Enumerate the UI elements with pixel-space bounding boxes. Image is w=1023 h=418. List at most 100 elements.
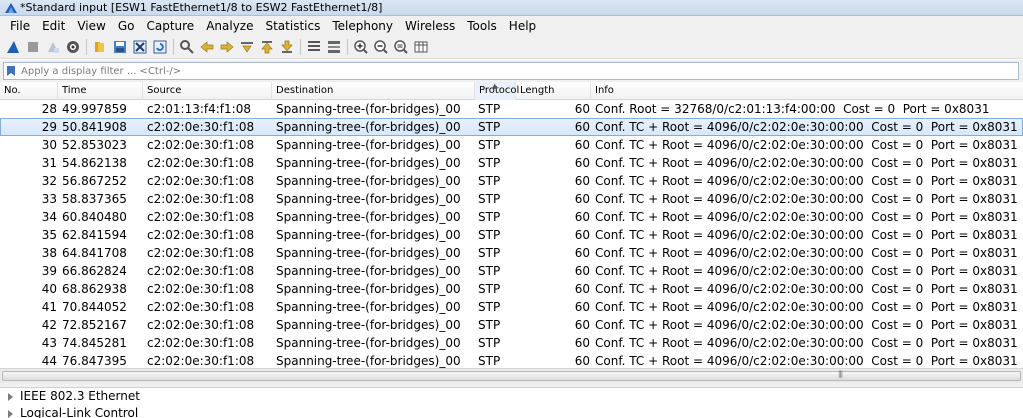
table-row[interactable]: 35 62.841594 c2:02:0e:30:f1:08 Spanning-tre… — [0, 226, 1023, 244]
last-packet-icon[interactable] — [277, 37, 297, 57]
cell-source: c2:02:0e:30:f1:08 — [147, 120, 255, 134]
cell-no: 29 — [41, 120, 57, 134]
menu-wireless[interactable]: Wireless — [399, 16, 461, 36]
sort-ascending-icon: ▲ — [492, 82, 498, 90]
table-row-selected[interactable]: 29 50.841908 c2:02:0e:30:f1:08 Spanning-tre… — [0, 118, 1023, 136]
colorize-icon[interactable] — [324, 37, 344, 57]
cell-length: 60 — [574, 282, 590, 296]
menu-capture[interactable]: Capture — [140, 16, 200, 36]
column-header-source[interactable]: Source — [143, 82, 272, 100]
menu-edit[interactable]: Edit — [36, 16, 71, 36]
options-gear-icon[interactable] — [63, 37, 83, 57]
cell-info: Conf. TC + Root = 4096/0/c2:02:0e:30:00:… — [595, 156, 1018, 170]
restart-icon[interactable] — [43, 37, 63, 57]
cell-info: Conf. TC + Root = 4096/0/c2:02:0e:30:00:… — [595, 228, 1018, 242]
cell-protocol: STP — [478, 354, 501, 368]
cell-time: 54.862138 — [62, 156, 127, 170]
cell-time: 56.867252 — [62, 174, 127, 188]
bookmark-icon[interactable] — [4, 63, 18, 79]
cell-destination: Spanning-tree-(for-bridges)_00 — [276, 228, 461, 242]
cell-info: Conf. TC + Root = 4096/0/c2:02:0e:30:00:… — [595, 336, 1018, 350]
cell-destination: Spanning-tree-(for-bridges)_00 — [276, 174, 461, 188]
cell-source: c2:02:0e:30:f1:08 — [147, 264, 255, 278]
table-row[interactable]: 30 52.853023 c2:02:0e:30:f1:08 Spanning-tre… — [0, 136, 1023, 154]
packet-rows: 28 49.997859 c2:01:13:f4:f1:08 Spanning-tre… — [0, 100, 1023, 368]
table-row[interactable]: 32 56.867252 c2:02:0e:30:f1:08 Spanning-tre… — [0, 172, 1023, 190]
cell-no: 31 — [41, 156, 57, 170]
close-file-icon[interactable] — [130, 37, 150, 57]
table-row[interactable]: 38 64.841708 c2:02:0e:30:f1:08 Spanning-tre… — [0, 244, 1023, 262]
expand-triangle-icon[interactable] — [8, 410, 13, 418]
menu-analyze[interactable]: Analyze — [200, 16, 259, 36]
expand-triangle-icon[interactable] — [8, 393, 13, 401]
go-back-icon[interactable] — [197, 37, 217, 57]
zoom-in-icon[interactable] — [351, 37, 371, 57]
column-header-no[interactable]: No. — [0, 82, 58, 100]
stop-square-icon[interactable] — [23, 37, 43, 57]
cell-time: 74.845281 — [62, 336, 127, 350]
first-packet-icon[interactable] — [257, 37, 277, 57]
go-to-packet-icon[interactable] — [237, 37, 257, 57]
shark-fin-start-icon[interactable] — [3, 37, 23, 57]
table-row[interactable]: 39 66.862824 c2:02:0e:30:f1:08 Spanning-tre… — [0, 262, 1023, 280]
cell-protocol: STP — [478, 336, 501, 350]
cell-destination: Spanning-tree-(for-bridges)_00 — [276, 264, 461, 278]
table-row[interactable]: 44 76.847395 c2:02:0e:30:f1:08 Spanning-tre… — [0, 352, 1023, 368]
column-header-protocol-label: Protocol — [479, 85, 520, 96]
column-header-protocol[interactable]: ▲ Protocol — [475, 82, 520, 100]
cell-destination: Spanning-tree-(for-bridges)_00 — [276, 138, 461, 152]
menu-statistics[interactable]: Statistics — [259, 16, 326, 36]
packet-list-hscrollbar[interactable]: ||| — [0, 368, 1023, 383]
menu-tools[interactable]: Tools — [461, 16, 503, 36]
cell-destination: Spanning-tree-(for-bridges)_00 — [276, 282, 461, 296]
menu-file[interactable]: File — [4, 16, 36, 36]
menu-go[interactable]: Go — [112, 16, 141, 36]
open-folder-icon[interactable] — [90, 37, 110, 57]
detail-tree-item[interactable]: Logical-Link Control — [0, 405, 1023, 418]
cell-source: c2:02:0e:30:f1:08 — [147, 246, 255, 260]
go-forward-icon[interactable] — [217, 37, 237, 57]
cell-destination: Spanning-tree-(for-bridges)_00 — [276, 300, 461, 314]
packet-list: No. Time Source Destination ▲ Protocol L… — [0, 82, 1023, 368]
cell-protocol: STP — [478, 156, 501, 170]
scrollbar-thumb[interactable] — [2, 371, 1021, 381]
table-row[interactable]: 42 72.852167 c2:02:0e:30:f1:08 Spanning-tre… — [0, 316, 1023, 334]
menu-telephony[interactable]: Telephony — [326, 16, 399, 36]
save-file-icon[interactable] — [110, 37, 130, 57]
resize-columns-icon[interactable] — [411, 37, 431, 57]
autoscroll-icon[interactable] — [304, 37, 324, 57]
cell-protocol: STP — [478, 228, 501, 242]
column-header-time[interactable]: Time — [58, 82, 143, 100]
display-filter-box[interactable] — [3, 62, 1019, 80]
scrollbar-grip-icon: ||| — [838, 370, 843, 378]
display-filter-input[interactable] — [18, 63, 1018, 79]
table-row[interactable]: 28 49.997859 c2:01:13:f4:f1:08 Spanning-tre… — [0, 100, 1023, 118]
table-row[interactable]: 40 68.862938 c2:02:0e:30:f1:08 Spanning-tre… — [0, 280, 1023, 298]
cell-destination: Spanning-tree-(for-bridges)_00 — [276, 354, 461, 368]
cell-protocol: STP — [478, 282, 501, 296]
column-header-destination[interactable]: Destination — [272, 82, 475, 100]
column-header-info[interactable]: Info — [591, 82, 1023, 100]
table-row[interactable]: 43 74.845281 c2:02:0e:30:f1:08 Spanning-tre… — [0, 334, 1023, 352]
table-row[interactable]: 33 58.837365 c2:02:0e:30:f1:08 Spanning-tre… — [0, 190, 1023, 208]
menu-help[interactable]: Help — [503, 16, 542, 36]
menu-view[interactable]: View — [71, 16, 111, 36]
cell-destination: Spanning-tree-(for-bridges)_00 — [276, 120, 461, 134]
find-packet-icon[interactable] — [177, 37, 197, 57]
table-row[interactable]: 34 60.840480 c2:02:0e:30:f1:08 Spanning-tre… — [0, 208, 1023, 226]
table-row[interactable]: 41 70.844052 c2:02:0e:30:f1:08 Spanning-tre… — [0, 298, 1023, 316]
cell-length: 60 — [574, 264, 590, 278]
zoom-out-icon[interactable] — [371, 37, 391, 57]
column-header-length[interactable]: Length — [516, 82, 591, 100]
cell-source: c2:02:0e:30:f1:08 — [147, 318, 255, 332]
detail-tree-item[interactable]: IEEE 802.3 Ethernet — [0, 388, 1023, 405]
cell-length: 60 — [574, 354, 590, 368]
detail-tree-label: Logical-Link Control — [20, 406, 139, 418]
normal-size-icon[interactable] — [391, 37, 411, 57]
table-row[interactable]: 31 54.862138 c2:02:0e:30:f1:08 Spanning-tre… — [0, 154, 1023, 172]
title-bar: *Standard input [ESW1 FastEthernet1/8 to… — [0, 0, 1023, 16]
reload-file-icon[interactable] — [150, 37, 170, 57]
cell-info: Conf. TC + Root = 4096/0/c2:02:0e:30:00:… — [595, 246, 1018, 260]
cell-no: 42 — [41, 318, 57, 332]
cell-info: Conf. TC + Root = 4096/0/c2:02:0e:30:00:… — [595, 174, 1018, 188]
